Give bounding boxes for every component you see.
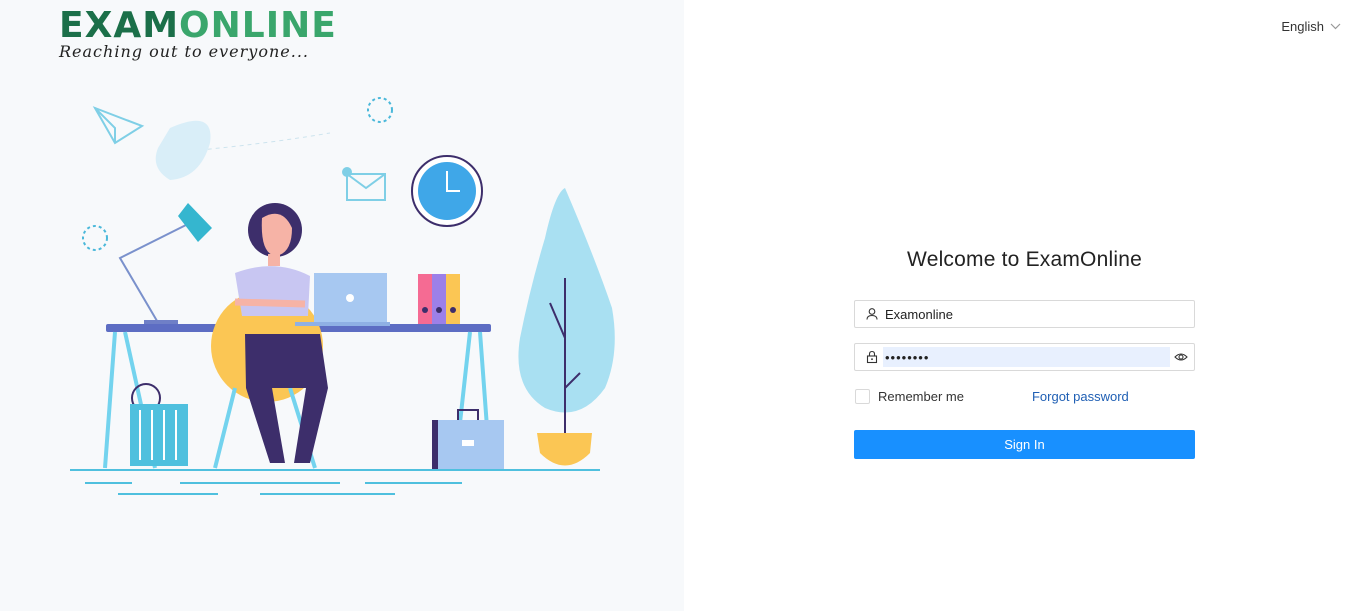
login-form: Welcome to ExamOnline Remember me bbox=[854, 248, 1195, 459]
password-input[interactable] bbox=[883, 347, 1170, 367]
paper-plane-icon bbox=[92, 106, 145, 145]
lock-icon bbox=[866, 350, 878, 364]
sparkle-icon bbox=[82, 225, 108, 251]
envelope-icon bbox=[346, 173, 386, 201]
floor-lines bbox=[70, 469, 600, 495]
user-icon bbox=[866, 308, 878, 320]
binders bbox=[418, 274, 460, 324]
logo: EXAMONLINE Reaching out to everyone... bbox=[59, 8, 337, 62]
left-panel: EXAMONLINE Reaching out to everyone... bbox=[0, 0, 684, 611]
sign-in-button[interactable]: Sign In bbox=[854, 430, 1195, 459]
briefcase-icon bbox=[432, 409, 504, 470]
remember-label[interactable]: Remember me bbox=[878, 389, 964, 404]
logo-part-online: ONLINE bbox=[179, 5, 337, 46]
desk-lamp bbox=[118, 203, 212, 327]
username-input[interactable] bbox=[883, 304, 1188, 324]
login-options: Remember me Forgot password bbox=[854, 386, 1195, 406]
eye-icon[interactable] bbox=[1174, 350, 1188, 364]
username-field[interactable] bbox=[854, 300, 1195, 328]
language-label: English bbox=[1281, 19, 1324, 34]
right-panel: English Welcome to ExamOnline Examonline… bbox=[684, 0, 1345, 611]
chevron-down-icon bbox=[1330, 23, 1341, 30]
clock-icon bbox=[411, 155, 483, 227]
logo-tagline: Reaching out to everyone... bbox=[59, 42, 309, 61]
leaf-shape bbox=[155, 120, 211, 180]
page-title: Welcome to ExamOnline bbox=[907, 248, 1142, 271]
remember-checkbox[interactable] bbox=[855, 388, 870, 404]
plant bbox=[518, 188, 615, 466]
sparkle-icon bbox=[367, 97, 393, 123]
logo-part-exam: EXAM bbox=[59, 5, 180, 46]
workspace-illustration bbox=[70, 97, 615, 495]
forgot-password-link[interactable]: Forgot password bbox=[1032, 389, 1129, 404]
language-selector[interactable]: English bbox=[1281, 19, 1341, 34]
logo-wordmark: EXAMONLINE bbox=[59, 8, 337, 44]
password-field[interactable] bbox=[854, 343, 1195, 371]
